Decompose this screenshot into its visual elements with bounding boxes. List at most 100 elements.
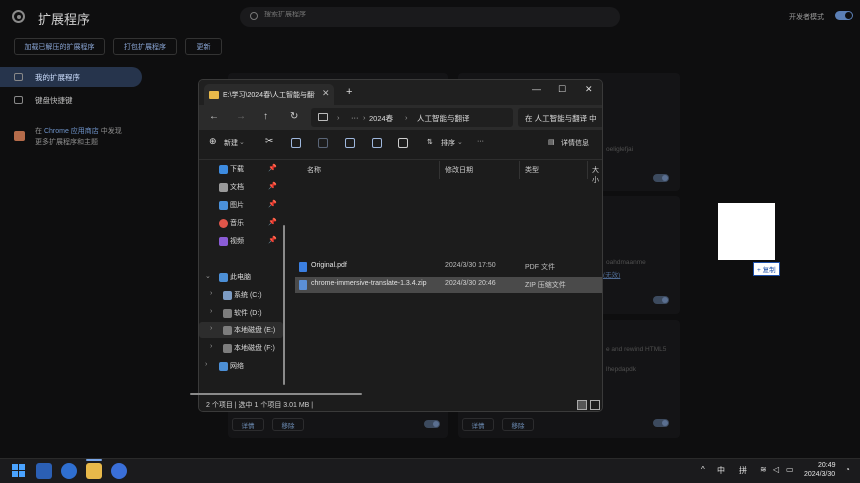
explorer-titlebar[interactable]: E:\学习\2024春\人工智能与翻译 ✕ + — ☐ ✕ bbox=[199, 80, 602, 105]
up-arrow-icon[interactable]: ↑ bbox=[263, 111, 268, 122]
file-row[interactable]: Original.pdf 2024/3/30 17:50 PDF 文件 bbox=[295, 259, 602, 275]
store-prefix: 在 bbox=[35, 128, 42, 135]
file-row-selected[interactable]: chrome-immersive-translate-1.3.4.zip 202… bbox=[295, 277, 602, 293]
nav-item-drive-c[interactable]: › 系统 (C:) bbox=[199, 287, 283, 303]
pin-icon[interactable]: 📌 bbox=[268, 236, 277, 244]
nav-item-drive-d[interactable]: › 软件 (D:) bbox=[199, 305, 283, 321]
word-app-icon[interactable] bbox=[36, 463, 52, 479]
details-button[interactable]: 详情 bbox=[462, 418, 494, 431]
nav-item-pictures[interactable]: 图片 📌 bbox=[199, 197, 283, 213]
new-button[interactable]: 新建 bbox=[224, 138, 238, 148]
forward-arrow-icon[interactable]: → bbox=[236, 111, 246, 122]
breadcrumb-overflow[interactable]: ··· bbox=[351, 113, 359, 122]
chevron-down-icon[interactable]: ⌄ bbox=[205, 272, 211, 280]
remove-button[interactable]: 移除 bbox=[502, 418, 534, 431]
navigation-pane: 下载 📌 文档 📌 图片 📌 音乐 📌 视频 📌 ⌄ 此电脑 › 系统 (C:)… bbox=[199, 161, 287, 396]
extension-enable-toggle[interactable] bbox=[653, 296, 669, 304]
column-header-modified[interactable]: 修改日期 bbox=[445, 165, 473, 175]
puzzle-icon bbox=[14, 73, 23, 81]
address-bar[interactable]: › ··· › 2024春 › 人工智能与翻译 bbox=[311, 108, 513, 127]
extension-enable-toggle[interactable] bbox=[653, 419, 669, 427]
pin-icon[interactable]: 📌 bbox=[268, 164, 277, 172]
sort-button[interactable]: 排序 bbox=[441, 138, 455, 148]
breadcrumb-item[interactable]: 人工智能与翻译 bbox=[417, 113, 470, 124]
pin-icon[interactable]: 📌 bbox=[268, 182, 277, 190]
chevron-right-icon[interactable]: › bbox=[205, 361, 207, 368]
copy-icon[interactable] bbox=[291, 138, 301, 148]
invalid-link[interactable]: (无效) bbox=[603, 269, 620, 279]
share-icon[interactable] bbox=[372, 138, 382, 148]
battery-icon[interactable]: ▭ bbox=[786, 465, 794, 474]
nav-item-music[interactable]: 音乐 📌 bbox=[199, 215, 283, 231]
column-header-name[interactable]: 名称 bbox=[307, 165, 321, 175]
folder-icon bbox=[209, 91, 219, 99]
web-store-link[interactable]: Chrome 应用商店 bbox=[44, 128, 99, 135]
nav-item-downloads[interactable]: 下载 📌 bbox=[199, 161, 283, 177]
column-header-type[interactable]: 类型 bbox=[525, 165, 539, 175]
minimize-icon[interactable]: — bbox=[532, 84, 541, 94]
nav-item-network[interactable]: › 网络 bbox=[199, 358, 283, 374]
details-button[interactable]: 详情 bbox=[232, 418, 264, 431]
extension-search-input[interactable] bbox=[264, 11, 564, 18]
document-icon bbox=[219, 183, 228, 192]
pin-icon[interactable]: 📌 bbox=[268, 218, 277, 226]
developer-mode-toggle[interactable] bbox=[835, 11, 853, 20]
nav-item-videos[interactable]: 视频 📌 bbox=[199, 233, 283, 249]
back-arrow-icon[interactable]: ← bbox=[209, 111, 219, 122]
load-unpacked-button[interactable]: 加载已解压的扩展程序 bbox=[14, 38, 105, 55]
clock-time[interactable]: 20:49 bbox=[818, 462, 836, 469]
cut-icon[interactable]: ✂ bbox=[265, 136, 273, 147]
clock-date[interactable]: 2024/3/30 bbox=[804, 471, 835, 478]
chevron-right-icon[interactable]: › bbox=[210, 308, 212, 315]
column-divider[interactable] bbox=[439, 161, 440, 179]
chevron-right-icon[interactable]: › bbox=[210, 290, 212, 297]
browser-app-icon[interactable] bbox=[61, 463, 77, 479]
close-icon[interactable]: ✕ bbox=[585, 84, 593, 95]
nav-item-documents[interactable]: 文档 📌 bbox=[199, 179, 283, 195]
tab-title: E:\学习\2024春\人工智能与翻译 bbox=[223, 92, 315, 99]
column-divider[interactable] bbox=[587, 161, 588, 179]
nav-item-this-pc[interactable]: ⌄ 此电脑 bbox=[199, 269, 283, 285]
chevron-up-icon[interactable]: ^ bbox=[701, 465, 705, 474]
column-header-size[interactable]: 大小 bbox=[592, 165, 602, 185]
tab-close-icon[interactable]: ✕ bbox=[322, 88, 330, 99]
drive-icon bbox=[223, 344, 232, 353]
nav-pane-scrollbar[interactable] bbox=[283, 225, 285, 385]
paste-icon[interactable] bbox=[318, 138, 328, 148]
ime-language-indicator[interactable]: 中 bbox=[717, 465, 725, 476]
folder-search-box[interactable]: 在 人工智能与翻译 中 bbox=[518, 108, 602, 127]
extension-enable-toggle[interactable] bbox=[653, 174, 669, 182]
windows-start-icon[interactable] bbox=[11, 463, 27, 479]
update-button[interactable]: 更新 bbox=[185, 38, 222, 55]
wifi-icon[interactable]: ≋ bbox=[760, 465, 767, 474]
sidebar-item-my-extensions[interactable]: 我的扩展程序 bbox=[0, 67, 142, 87]
notification-bell-icon[interactable]: ◔ bbox=[845, 465, 850, 474]
status-text: 2 个项目 | 选中 1 个项目 3.01 MB | bbox=[206, 402, 314, 409]
chevron-right-icon[interactable]: › bbox=[210, 325, 212, 332]
breadcrumb-item[interactable]: 2024春 bbox=[369, 113, 393, 124]
maximize-icon[interactable]: ☐ bbox=[558, 84, 566, 95]
explorer-tab[interactable]: E:\学习\2024春\人工智能与翻译 ✕ bbox=[204, 84, 334, 105]
extension-enable-toggle[interactable] bbox=[424, 420, 440, 428]
rename-icon[interactable] bbox=[345, 138, 355, 148]
nav-item-drive-e[interactable]: › 本地磁盘 (E:) bbox=[199, 322, 283, 338]
nav-item-drive-f[interactable]: › 本地磁盘 (F:) bbox=[199, 340, 283, 356]
chevron-right-icon[interactable]: › bbox=[210, 343, 212, 350]
column-divider[interactable] bbox=[519, 161, 520, 179]
sidebar-item-keyboard-shortcuts[interactable]: 键盘快捷键 bbox=[0, 90, 142, 110]
pin-icon[interactable]: 📌 bbox=[268, 200, 277, 208]
new-tab-icon[interactable]: + bbox=[346, 86, 352, 98]
tiles-view-icon[interactable] bbox=[590, 400, 600, 410]
details-pane-button[interactable]: 详情信息 bbox=[561, 138, 589, 148]
ime-mode-indicator[interactable]: 拼 bbox=[739, 465, 747, 476]
file-list-horizontal-scrollbar[interactable] bbox=[190, 393, 362, 395]
delete-icon[interactable] bbox=[398, 138, 408, 148]
chrome-app-icon[interactable] bbox=[111, 463, 127, 479]
more-options-button[interactable]: ··· bbox=[477, 138, 484, 145]
pack-extension-button[interactable]: 打包扩展程序 bbox=[113, 38, 177, 55]
volume-icon[interactable]: ◁ bbox=[773, 465, 779, 474]
refresh-icon[interactable]: ↻ bbox=[290, 111, 298, 122]
remove-button[interactable]: 移除 bbox=[272, 418, 304, 431]
details-view-icon[interactable] bbox=[577, 400, 587, 410]
file-explorer-app-icon[interactable] bbox=[86, 463, 102, 479]
